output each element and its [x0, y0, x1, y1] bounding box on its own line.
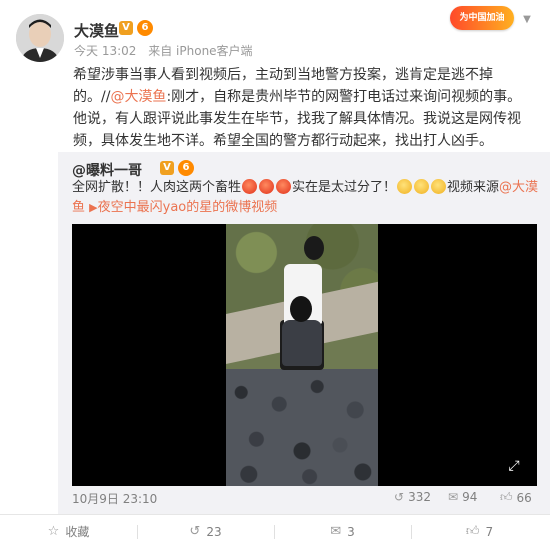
post-author-name[interactable]: 大漠鱼 [74, 20, 119, 41]
video-play-icon[interactable]: ▶ [89, 201, 97, 214]
repost-icon: ↺ [189, 524, 201, 539]
favorite-button[interactable]: ☆ 收藏 [0, 515, 137, 548]
chevron-down-icon[interactable]: ▼ [521, 14, 533, 26]
repost-text-part2: 实在是太过分了！ [292, 180, 397, 195]
post-content: 希望涉事当事人看到视频后，主动到当地警方投案，逃肯定是逃不掉的。//@大漠鱼:刚… [73, 64, 533, 152]
post-time[interactable]: 今天 13:02 [74, 44, 136, 58]
comment-button[interactable]: ✉ 3 [274, 515, 411, 548]
crying-emoji-icon [431, 179, 447, 194]
video-frame-gravel [226, 369, 378, 486]
weibo-post: 大漠鱼 V 6 今天 13:02 来自 iPhone客户端 为中国加油 ▼ 希望… [0, 0, 550, 548]
repost-footer: 10月9日 23:10 ↺ 332 ✉ 94 👍︎ 66 [72, 490, 540, 510]
forward-count: 23 [206, 524, 222, 539]
post-source[interactable]: 来自 iPhone客户端 [148, 44, 252, 58]
video-frame-woman [282, 320, 322, 366]
repost-time[interactable]: 10月9日 23:10 [72, 490, 157, 507]
thumbs-up-icon: 👍︎ [465, 524, 480, 539]
comment-count: 94 [462, 490, 478, 504]
avatar[interactable] [16, 14, 64, 62]
repost-count: 332 [408, 490, 431, 504]
vip-level-badge-icon[interactable]: 6 [137, 20, 153, 36]
star-icon: ☆ [47, 524, 60, 539]
comment-count: 3 [347, 524, 355, 539]
like-button[interactable]: 👍︎ 7 [411, 515, 548, 548]
video-link[interactable]: 夜空中最闪yao的星的微博视频 [98, 200, 278, 215]
reposted-weibo: @曝料一哥 V 6 全网扩散！！人肉这两个畜牲 实在是太过分了！ 视频来源@大漠鱼 … [58, 152, 550, 514]
like-count-button[interactable]: 👍︎ 66 [500, 490, 532, 505]
expand-video-icon[interactable]: ⤢ [504, 456, 524, 476]
repost-count-button[interactable]: ↺ 332 [394, 490, 431, 504]
comment-count-button[interactable]: ✉ 94 [448, 490, 477, 504]
repost-author-name[interactable]: @曝料一哥 [72, 160, 142, 180]
angry-emoji-icon [242, 179, 258, 194]
video-frame-woman-head [290, 296, 312, 322]
verified-badge-icon: V [160, 161, 174, 175]
comment-icon: ✉ [330, 524, 342, 539]
favorite-label: 收藏 [65, 525, 90, 539]
repost-text: 全网扩散！！人肉这两个畜牲 实在是太过分了！ 视频来源@大漠鱼 ▶夜空中最闪yao的… [72, 178, 542, 218]
action-bar: ☆ 收藏 ↺ 23 ✉ 3 👍︎ 7 [0, 514, 550, 548]
verified-badge-icon: V [119, 21, 133, 35]
repost-text-part1: 全网扩散！！人肉这两个畜牲 [72, 180, 242, 195]
thumbs-up-icon: 👍︎ [500, 490, 513, 504]
like-count: 7 [485, 524, 494, 539]
forward-button[interactable]: ↺ 23 [137, 515, 274, 548]
repost-icon: ↺ [394, 490, 405, 504]
vip-level-badge-icon[interactable]: 6 [178, 160, 194, 176]
angry-emoji-icon [276, 179, 292, 194]
mention-link[interactable]: @大漠鱼 [110, 89, 166, 105]
crying-emoji-icon [397, 179, 413, 194]
comment-icon: ✉ [448, 490, 459, 504]
post-meta: 今天 13:02 来自 iPhone客户端 [74, 42, 253, 59]
event-badge[interactable]: 为中国加油 [450, 6, 514, 30]
repost-text-part3: 视频来源 [447, 180, 500, 195]
like-count: 66 [516, 490, 532, 505]
video-player[interactable]: ⤢ [72, 224, 537, 486]
video-frame [226, 224, 378, 486]
crying-emoji-icon [414, 179, 430, 194]
angry-emoji-icon [259, 179, 275, 194]
video-frame-man-head [304, 236, 324, 260]
